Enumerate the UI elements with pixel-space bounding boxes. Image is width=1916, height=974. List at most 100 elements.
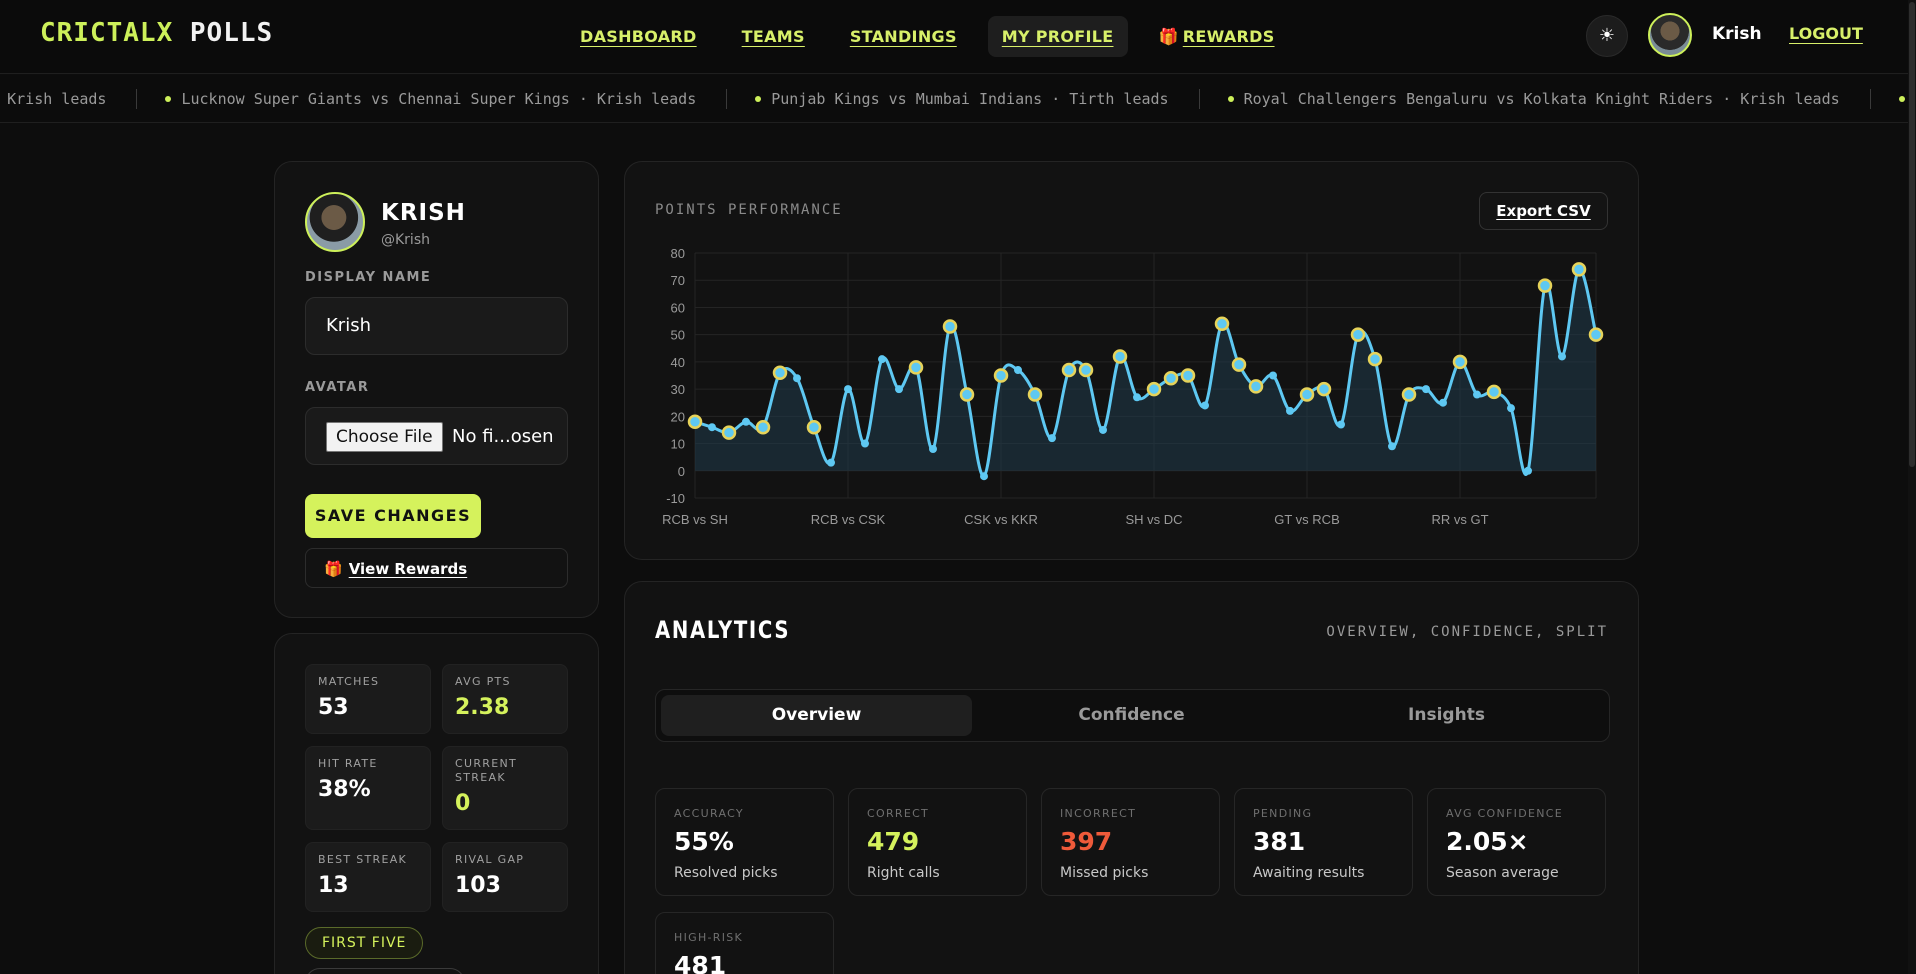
data-point-highlight: [1537, 278, 1553, 293]
metric-label: CORRECT: [867, 807, 930, 820]
analytics-card: ANALYTICS OVERVIEW, CONFIDENCE, SPLIT Ov…: [624, 581, 1639, 974]
page-scrollbar[interactable]: [1908, 0, 1916, 974]
points-chart-card: POINTS PERFORMANCE Export CSV 80 70 60 50 40…: [624, 161, 1639, 560]
achievement-badge: [305, 968, 465, 974]
ticker-item: Punjab Kings vs Mumbai Indians · Tirth l…: [755, 89, 1169, 109]
tab-confidence[interactable]: Confidence: [976, 695, 1287, 736]
data-point: [1133, 393, 1141, 402]
x-tick-label: SH vs DC: [1125, 512, 1182, 527]
data-point-highlight: [1214, 316, 1230, 332]
avatar[interactable]: [1648, 13, 1692, 57]
gift-icon: 🎁: [1158, 26, 1179, 46]
nav-username: Krish: [1712, 24, 1762, 44]
data-point-highlight: [1027, 387, 1043, 402]
data-point: [878, 355, 886, 364]
brand-logo[interactable]: CRICTALX POLLS: [40, 18, 273, 48]
data-point-highlight: [1486, 384, 1502, 400]
metric-value: 481: [674, 951, 727, 974]
data-point: [1201, 401, 1209, 410]
stat-matches: MATCHES 53: [305, 664, 431, 734]
match-ticker: s · Krish leads Lucknow Super Giants vs C…: [0, 75, 1916, 123]
analytics-subtitle: OVERVIEW, CONFIDENCE, SPLIT: [1326, 624, 1608, 640]
scrollbar-thumb[interactable]: [1909, 2, 1915, 467]
choose-file-button[interactable]: Choose File: [326, 422, 443, 452]
analytics-tabs: Overview Confidence Insights: [655, 689, 1610, 742]
data-point-highlight: [1078, 362, 1094, 378]
area-fill: [695, 269, 1596, 477]
metric-sub: Awaiting results: [1253, 865, 1365, 881]
data-point: [1388, 442, 1396, 451]
data-point-highlight: [1248, 379, 1264, 394]
metric-value: 479: [867, 827, 920, 856]
stat-label: HIT RATE: [318, 757, 378, 770]
ticker-dot: [165, 96, 172, 102]
stat-value: 103: [455, 873, 501, 898]
data-point: [861, 439, 869, 448]
display-name-input[interactable]: Krish: [305, 297, 568, 355]
metric-label: INCORRECT: [1060, 807, 1137, 820]
metric-label: AVG CONFIDENCE: [1446, 807, 1563, 820]
nav-links: DASHBOARD TEAMS STANDINGS MY PROFILE 🎁 RE…: [566, 15, 1306, 57]
stat-label: MATCHES: [318, 675, 380, 688]
data-point: [980, 472, 988, 481]
view-rewards-button[interactable]: 🎁 View Rewards: [305, 548, 568, 588]
metric-sub: Missed picks: [1060, 865, 1149, 881]
x-tick-label: RCB vs CSK: [811, 512, 886, 527]
metric-incorrect: INCORRECT 397 Missed picks: [1041, 788, 1220, 896]
data-point-highlight: [1231, 357, 1247, 372]
save-changes-button[interactable]: SAVE CHANGES: [305, 494, 481, 538]
theme-toggle-button[interactable]: ☀: [1586, 15, 1628, 57]
top-navbar: CRICTALX POLLS DASHBOARD TEAMS STANDINGS…: [0, 0, 1916, 74]
data-point: [827, 458, 835, 467]
points-line-chart: 80 70 60 50 40 30 20 10 0 -10 RCB vs SH RCB vs CSK C…: [662, 246, 1604, 527]
file-status: No fi...osen: [452, 426, 554, 447]
stat-value: 38%: [318, 777, 371, 802]
data-point: [844, 385, 852, 394]
metric-correct: CORRECT 479 Right calls: [848, 788, 1027, 896]
avatar-file-input[interactable]: Choose File No fi...osen: [305, 407, 568, 465]
metric-label: ACCURACY: [674, 807, 744, 820]
nav-teams[interactable]: TEAMS: [728, 16, 819, 57]
ticker-separator: [1869, 89, 1871, 109]
ticker-separator: [726, 89, 728, 109]
tab-insights[interactable]: Insights: [1291, 695, 1602, 736]
x-tick-label: RCB vs SH: [662, 512, 728, 527]
data-point: [1507, 404, 1515, 413]
nav-dashboard[interactable]: DASHBOARD: [566, 16, 711, 57]
metric-label: HIGH-RISK: [674, 931, 744, 944]
profile-name: KRISH: [381, 200, 466, 226]
logout-link[interactable]: LOGOUT: [1789, 24, 1863, 43]
y-tick-label: 10: [671, 437, 685, 452]
ticker-item: Royal Challengers Bengaluru vs Kolkata K…: [1227, 89, 1840, 109]
ticker-text: Punjab Kings vs Mumbai Indians · Tirth l…: [771, 90, 1169, 108]
x-tick-label: GT vs RCB: [1274, 512, 1340, 527]
nav-my-profile[interactable]: MY PROFILE: [987, 15, 1128, 57]
data-point-highlight: [1061, 362, 1077, 378]
metric-value: 55%: [674, 827, 734, 856]
metric-label: PENDING: [1253, 807, 1313, 820]
ticker-item: s · Krish leads: [0, 89, 106, 109]
data-point: [793, 374, 801, 383]
avatar-label: AVATAR: [305, 380, 370, 395]
nav-rewards[interactable]: 🎁 REWARDS: [1145, 16, 1289, 57]
data-point: [1473, 390, 1481, 399]
tab-overview[interactable]: Overview: [661, 695, 972, 736]
stat-label: BEST STREAK: [318, 853, 408, 866]
x-tick-label: RR vs GT: [1431, 512, 1488, 527]
nav-standings[interactable]: STANDINGS: [836, 16, 971, 57]
data-point: [1014, 366, 1022, 375]
y-tick-label: -10: [666, 491, 685, 506]
profile-card: KRISH @Krish DISPLAY NAME Krish AVATAR C…: [274, 161, 599, 618]
data-point-highlight: [687, 414, 703, 430]
stat-value: 2.38: [455, 695, 510, 720]
ticker-item: Lucknow Super Giants vs Chennai Super Ki…: [165, 89, 696, 109]
data-point-highlight: [755, 419, 771, 435]
data-point: [1269, 371, 1277, 380]
y-tick-label: 30: [671, 382, 685, 397]
data-point: [742, 417, 750, 426]
gift-icon: 🎁: [324, 560, 343, 578]
data-point: [895, 385, 903, 394]
ticker-dot: [1227, 96, 1234, 102]
stat-best-streak: BEST STREAK 13: [305, 842, 431, 912]
metric-pending: PENDING 381 Awaiting results: [1234, 788, 1413, 896]
